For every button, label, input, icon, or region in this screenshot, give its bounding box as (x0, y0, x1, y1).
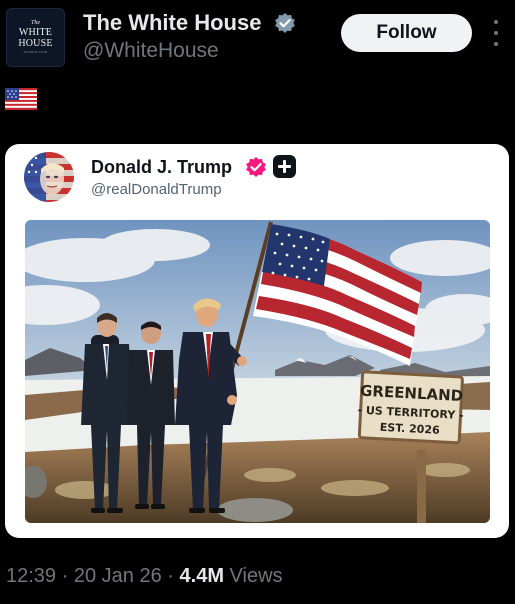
post-date[interactable]: 20 Jan 26 (74, 565, 162, 587)
avatar-text-house: HOUSE (18, 38, 53, 49)
views-label: Views (229, 565, 283, 587)
author-handle[interactable]: @WhiteHouse (83, 38, 219, 64)
avatar-text-the: The (31, 20, 40, 26)
quoted-post-card[interactable]: Donald J. Trump @realDonaldTrump GREENLA… (5, 144, 509, 538)
quoted-author-avatar[interactable] (24, 152, 74, 202)
author-avatar[interactable]: The WHITE HOUSE WASHINGTON (6, 8, 65, 67)
views-count: 4.4M (179, 565, 224, 587)
vertical-ellipsis-icon[interactable] (489, 20, 503, 46)
quoted-author-display-name[interactable]: Donald J. Trump (91, 155, 232, 179)
avatar-text-small: WASHINGTON (23, 50, 48, 54)
follow-button[interactable]: Follow (341, 14, 472, 52)
avatar-text-white: WHITE (18, 27, 53, 38)
plus-badge-icon (273, 155, 296, 178)
verified-badge-icon (246, 157, 266, 177)
quoted-author-handle[interactable]: @realDonaldTrump (91, 180, 222, 200)
us-flag-emoji-icon (5, 88, 37, 110)
author-display-name[interactable]: The White House (83, 9, 261, 37)
verified-badge-icon (275, 13, 295, 33)
post-time[interactable]: 12:39 (6, 565, 56, 587)
separator-dot: · (167, 565, 174, 587)
post-metadata: 12:39 · 20 Jan 26 · 4.4M Views (6, 563, 283, 589)
separator-dot: · (61, 565, 69, 587)
post-image[interactable]: GREENLAND - US TERRITORY - EST. 2026 (25, 220, 490, 523)
